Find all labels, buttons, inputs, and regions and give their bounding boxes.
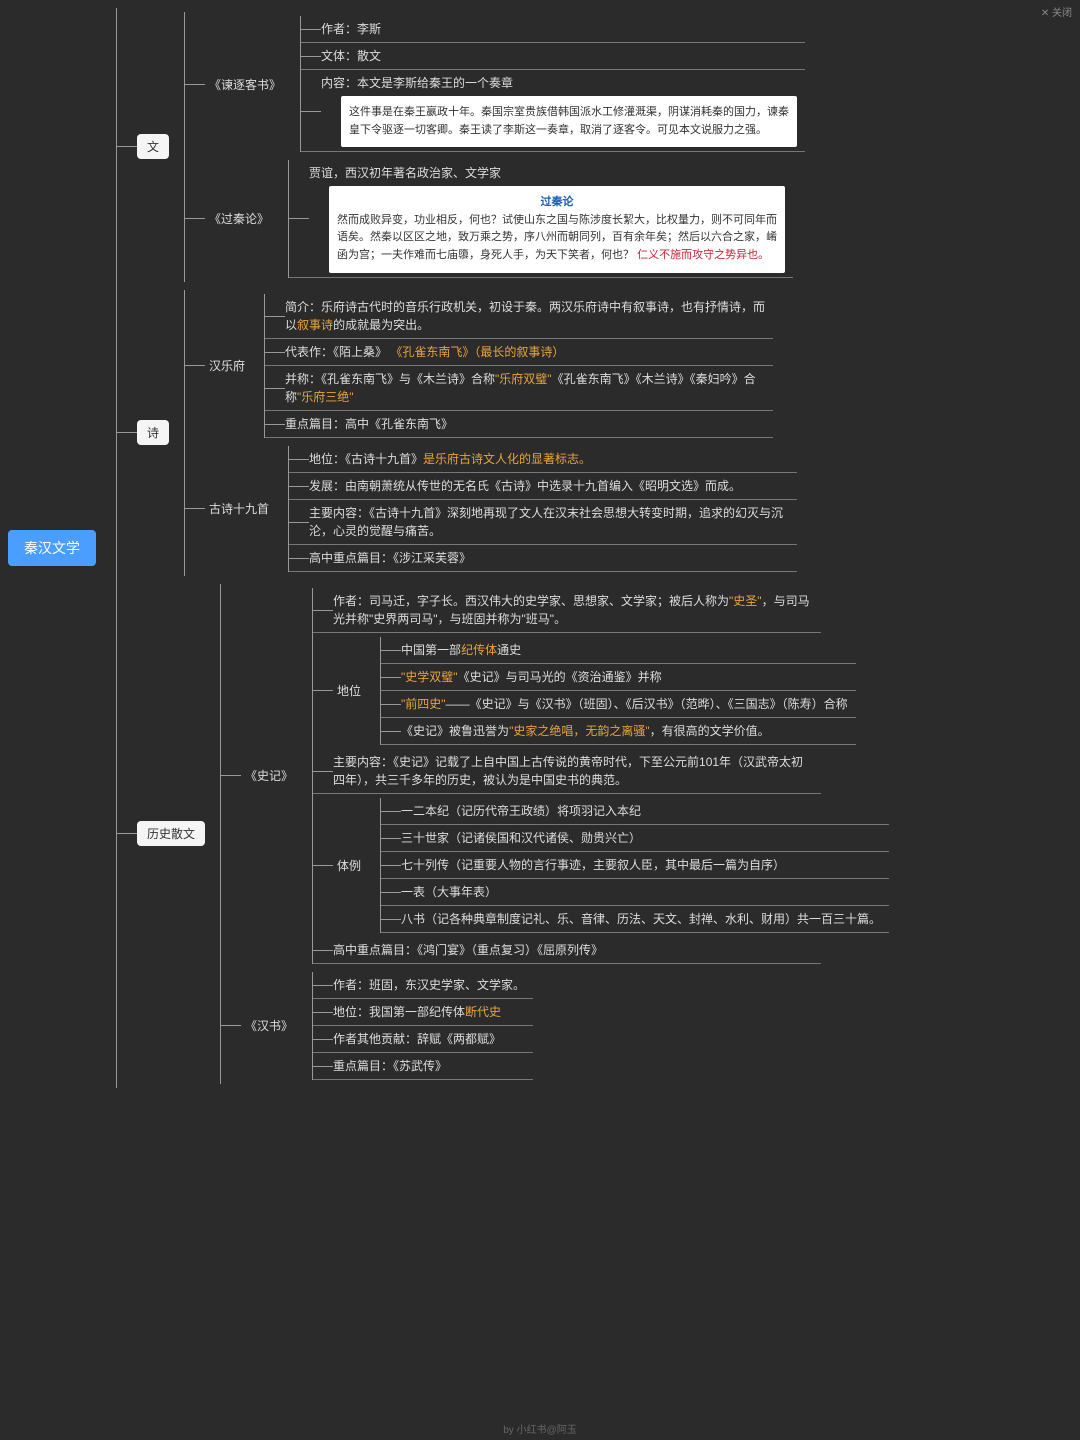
leaf: 地位：我国第一部纪传体断代史 <box>313 999 533 1026</box>
node-yuefu[interactable]: 汉乐府 <box>205 355 249 376</box>
node-shiji[interactable]: 《史记》 <box>241 765 297 786</box>
leaf: 三十世家（记诸侯国和汉代诸侯、勋贵兴亡） <box>381 825 889 852</box>
leaf: 作者：李斯 <box>301 16 805 43</box>
leaf: 作者其他贡献：辞赋《两都赋》 <box>313 1026 533 1053</box>
note-box: 这件事是在秦王嬴政十年。秦国宗室贵族借韩国派水工修灌溉渠，阴谋消耗秦的国力，谏秦… <box>341 96 797 147</box>
node-gushi19[interactable]: 古诗十九首 <box>205 498 273 519</box>
node-shi[interactable]: 诗 <box>137 420 169 445</box>
leaf: 一表（大事年表） <box>381 879 889 906</box>
close-button[interactable]: ✕ 关闭 <box>1041 4 1072 19</box>
leaf: 《史记》被鲁迅誉为"史家之绝唱，无韵之离骚"，有很高的文学价值。 <box>381 718 856 745</box>
leaf: 作者：班固，东汉史学家、文学家。 <box>313 972 533 999</box>
leaf: 代表作：《陌上桑》 《孔雀东南飞》（最长的叙事诗） <box>265 339 773 366</box>
leaf: 七十列传（记重要人物的言行事迹，主要叙人臣，其中最后一篇为自序） <box>381 852 889 879</box>
leaf: 主要内容：《古诗十九首》深刻地再现了文人在汉末社会思想大转变时期，追求的幻灭与沉… <box>289 500 797 545</box>
node-sanwen[interactable]: 历史散文 <box>137 821 205 846</box>
mindmap-root: 秦汉文学 文 《谏逐客书》 作者：李斯 文体：散文 内容：本文是李斯给秦王的一个… <box>8 8 1072 1088</box>
leaf: 简介：乐府诗古代时的音乐行政机关，初设于秦。两汉乐府诗中有叙事诗，也有抒情诗，而… <box>265 294 773 339</box>
node-hanshu[interactable]: 《汉书》 <box>241 1015 297 1036</box>
leaf: "史学双璧"《史记》与司马光的《资治通鉴》并称 <box>381 664 856 691</box>
node-wen[interactable]: 文 <box>137 134 169 159</box>
leaf: 主要内容：《史记》记载了上自中国上古传说的黄帝时代，下至公元前101年（汉武帝太… <box>313 749 821 794</box>
node-jianzhu[interactable]: 《谏逐客书》 <box>205 74 285 95</box>
node-diwei[interactable]: 地位 <box>333 680 365 701</box>
node-tili[interactable]: 体例 <box>333 855 365 876</box>
leaf: 文体：散文 <box>301 43 805 70</box>
leaf: 高中重点篇目：《鸿门宴》（重点复习）《屈原列传》 <box>313 937 821 964</box>
leaf: 内容：本文是李斯给秦王的一个奏章 这件事是在秦王嬴政十年。秦国宗室贵族借韩国派水… <box>301 70 805 152</box>
leaf: 地位：《古诗十九首》是乐府古诗文人化的显著标志。 <box>289 446 797 473</box>
leaf: 并称：《孔雀东南飞》与《木兰诗》合称"乐府双璧"《孔雀东南飞》《木兰诗》《秦妇吟… <box>265 366 773 411</box>
leaf: "前四史"——《史记》与《汉书》（班固）、《后汉书》（范晔）、《三国志》（陈寿）… <box>381 691 856 718</box>
leaf: 贾谊，西汉初年著名政治家、文学家 过秦论 然而成败异变，功业相反，何也？试使山东… <box>289 160 793 277</box>
node-guoqin[interactable]: 《过秦论》 <box>205 208 273 229</box>
footer-credit: by 小红书@阿玉 <box>503 1421 577 1436</box>
note-box: 过秦论 然而成败异变，功业相反，何也？试使山东之国与陈涉度长絜大，比权量力，则不… <box>329 186 785 272</box>
leaf: 发展：由南朝萧统从传世的无名氏《古诗》中选录十九首编入《昭明文选》而成。 <box>289 473 797 500</box>
leaf: 八书（记各种典章制度记礼、乐、音律、历法、天文、封禅、水利、财用）共一百三十篇。 <box>381 906 889 933</box>
leaf: 重点篇目：高中《孔雀东南飞》 <box>265 411 773 438</box>
leaf: 高中重点篇目：《涉江采芙蓉》 <box>289 545 797 572</box>
leaf: 中国第一部纪传体通史 <box>381 637 856 664</box>
leaf: 一二本纪（记历代帝王政绩）将项羽记入本纪 <box>381 798 889 825</box>
leaf: 重点篇目：《苏武传》 <box>313 1053 533 1080</box>
leaf: 作者：司马迁，字子长。西汉伟大的史学家、思想家、文学家；被后人称为"史圣"，与司… <box>313 588 821 633</box>
root-node[interactable]: 秦汉文学 <box>8 530 96 566</box>
